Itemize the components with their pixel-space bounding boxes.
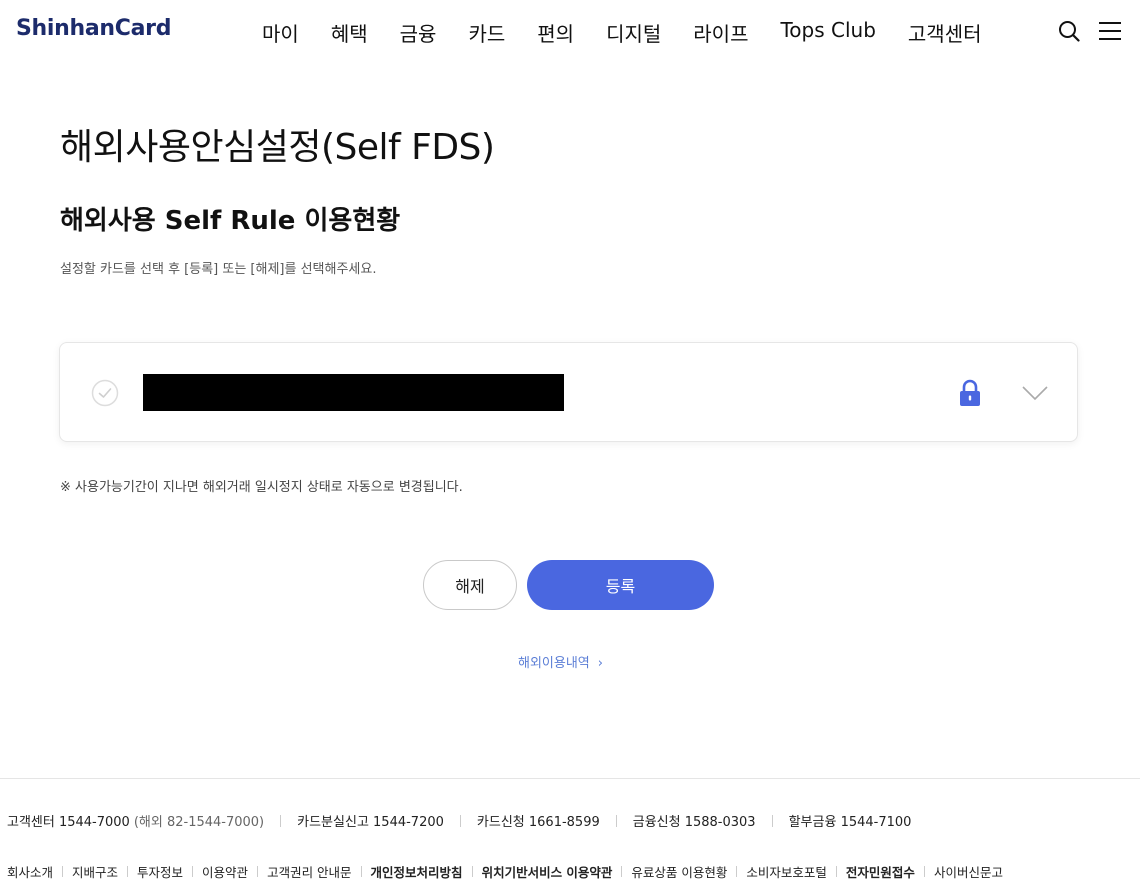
nav-item-customer-center[interactable]: 고객센터 bbox=[908, 18, 982, 47]
shinhancard-logo[interactable]: ShinhanCard bbox=[16, 16, 171, 41]
divider bbox=[771, 814, 773, 827]
card-select-box[interactable] bbox=[59, 342, 1078, 442]
nav-item-card[interactable]: 카드 bbox=[468, 18, 505, 47]
notice-text: ※ 사용가능기간이 지나면 해외거래 일시정지 상태로 자동으로 변경됩니다. bbox=[60, 480, 463, 495]
divider bbox=[360, 866, 362, 877]
divider bbox=[615, 814, 617, 827]
nav-item-digital[interactable]: 디지털 bbox=[606, 18, 661, 47]
register-button[interactable]: 등록 bbox=[527, 560, 714, 610]
site-header: ShinhanCard 마이 혜택 금융 카드 편의 디지털 라이프 Tops … bbox=[0, 0, 1140, 62]
footer-link-customer-rights[interactable]: 고객권리 안내문 bbox=[267, 862, 351, 881]
redacted-card-info bbox=[143, 374, 564, 411]
nav-item-finance[interactable]: 금융 bbox=[400, 18, 437, 47]
contact-overseas: (해외 82-1544-7000) bbox=[133, 815, 265, 830]
contact-installment: 할부금융 1544-7100 bbox=[788, 815, 912, 830]
footer-link-e-complaint[interactable]: 전자민원접수 bbox=[846, 862, 915, 881]
footer-link-investor[interactable]: 투자정보 bbox=[137, 862, 183, 881]
footer-divider bbox=[0, 778, 1140, 779]
divider bbox=[257, 866, 259, 877]
nav-item-my[interactable]: 마이 bbox=[262, 18, 299, 47]
overseas-history-link[interactable]: 해외이용내역 › bbox=[518, 652, 603, 671]
contact-customer-center: 고객센터 1544-7000 bbox=[7, 815, 130, 830]
search-icon[interactable] bbox=[1058, 20, 1080, 42]
main-nav: 마이 혜택 금융 카드 편의 디지털 라이프 Tops Club 고객센터 bbox=[262, 18, 1014, 47]
divider bbox=[62, 866, 64, 877]
footer-link-location-terms[interactable]: 위치기반서비스 이용약관 bbox=[482, 862, 613, 881]
footer-link-paid-products[interactable]: 유료상품 이용현황 bbox=[631, 862, 727, 881]
chevron-right-icon: › bbox=[597, 656, 603, 671]
divider bbox=[471, 866, 473, 877]
divider bbox=[280, 814, 282, 827]
contact-finance-apply: 금융신청 1588-0303 bbox=[632, 815, 756, 830]
contact-card-apply: 카드신청 1661-8599 bbox=[476, 815, 600, 830]
chevron-down-icon[interactable] bbox=[1022, 385, 1048, 401]
contact-card-loss: 카드분실신고 1544-7200 bbox=[297, 815, 444, 830]
lock-icon bbox=[960, 379, 980, 406]
divider bbox=[736, 866, 738, 877]
footer-link-terms[interactable]: 이용약관 bbox=[202, 862, 248, 881]
nav-item-benefits[interactable]: 혜택 bbox=[331, 18, 368, 47]
section-title: 해외사용 Self Rule 이용현황 bbox=[60, 206, 401, 236]
footer-link-governance[interactable]: 지배구조 bbox=[72, 862, 118, 881]
footer-link-company[interactable]: 회사소개 bbox=[7, 862, 53, 881]
menu-icon[interactable] bbox=[1098, 20, 1122, 42]
divider bbox=[923, 866, 925, 877]
footer-links: 회사소개 지배구조 투자정보 이용약관 고객권리 안내문 개인정보처리방침 위치… bbox=[7, 862, 1003, 881]
release-button[interactable]: 해제 bbox=[423, 560, 517, 610]
divider bbox=[621, 866, 623, 877]
instruction-text: 설정할 카드를 선택 후 [등록] 또는 [해제]를 선택해주세요. bbox=[60, 262, 377, 277]
page-title: 해외사용안심설정(Self FDS) bbox=[60, 127, 495, 168]
divider bbox=[835, 866, 837, 877]
divider bbox=[459, 814, 461, 827]
footer-link-privacy[interactable]: 개인정보처리방침 bbox=[371, 862, 463, 881]
nav-item-life[interactable]: 라이프 bbox=[693, 18, 748, 47]
footer-link-cyber-report[interactable]: 사이버신문고 bbox=[934, 862, 1003, 881]
divider bbox=[127, 866, 129, 877]
check-icon[interactable] bbox=[91, 379, 119, 407]
nav-item-convenience[interactable]: 편의 bbox=[537, 18, 574, 47]
footer-contacts: 고객센터 1544-7000 (해외 82-1544-7000) 카드분실신고 … bbox=[7, 811, 911, 830]
nav-item-tops-club[interactable]: Tops Club bbox=[780, 18, 875, 47]
footer-link-consumer-portal[interactable]: 소비자보호포털 bbox=[746, 862, 827, 881]
overseas-history-label: 해외이용내역 bbox=[518, 656, 590, 671]
divider bbox=[192, 866, 194, 877]
